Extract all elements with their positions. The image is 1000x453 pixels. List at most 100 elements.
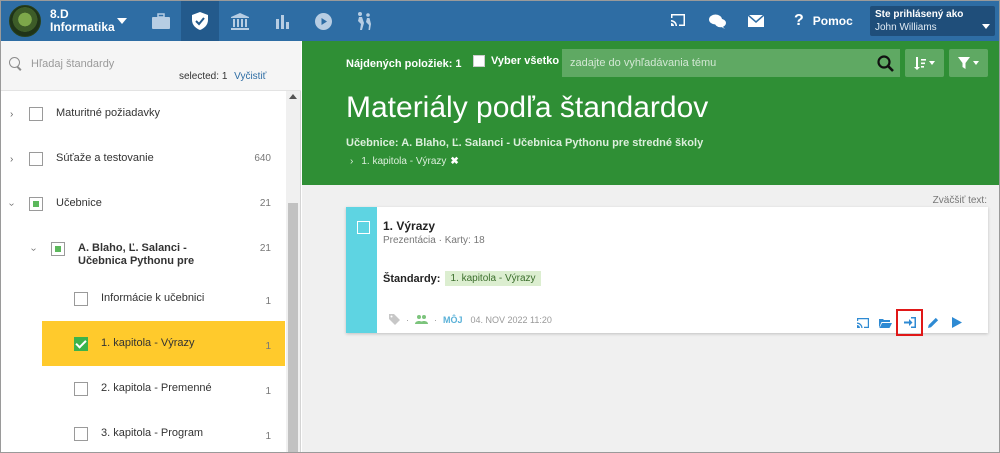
nav-statistics[interactable]	[264, 1, 302, 41]
tree-item-sutaze[interactable]: › Súťaže a testovanie 640	[1, 136, 285, 181]
open-folder-button[interactable]	[874, 315, 897, 331]
chevron-right-icon: ›	[350, 156, 354, 167]
tree-checkbox[interactable]	[74, 427, 88, 441]
sign-in-icon	[903, 317, 916, 328]
cast-action-button[interactable]	[851, 315, 874, 331]
scroll-up-arrow-icon[interactable]	[289, 94, 297, 99]
cast-icon	[856, 317, 869, 328]
nav-briefcase[interactable]	[142, 1, 180, 41]
tree-item-kapitola-1[interactable]: 1. kapitola - Výrazy 1	[42, 321, 285, 366]
topic-search-input[interactable]	[562, 49, 870, 77]
tree-checkbox[interactable]	[74, 382, 88, 396]
user-menu[interactable]: Ste prihlásený ako John Williams	[870, 6, 995, 36]
school-logo	[9, 5, 41, 37]
clear-selection-link[interactable]: Vyčistiť	[234, 71, 266, 82]
sign-in-button[interactable]	[896, 309, 923, 336]
page-title: Materiály podľa štandardov	[346, 91, 709, 124]
meta-separator: ·	[406, 314, 409, 325]
tree-checkbox[interactable]	[51, 242, 65, 256]
search-icon	[876, 54, 894, 72]
tree-item-informacie[interactable]: Informácie k učebnici 1	[1, 276, 285, 321]
tree-item-count: 1	[265, 296, 271, 307]
sort-button[interactable]	[905, 49, 944, 77]
tree-item-kapitola-3[interactable]: 3. kapitola - Program 1	[1, 411, 285, 452]
chevron-down-icon	[973, 61, 979, 65]
selected-info: selected: 1 Vyčistiť	[179, 71, 266, 82]
topic-search-button[interactable]	[870, 49, 900, 77]
tree-item-label: 2. kapitola - Premenné	[101, 382, 212, 394]
nav-activities[interactable]	[345, 1, 383, 41]
select-all-checkbox[interactable]	[473, 55, 485, 67]
selected-label: selected:	[179, 71, 220, 82]
tree-item-kapitola-2[interactable]: 2. kapitola - Premenné 1	[1, 366, 285, 411]
cast-button[interactable]	[665, 1, 691, 41]
standards-search: selected: 1 Vyčistiť	[1, 41, 301, 91]
subject-name: Informatika	[50, 20, 115, 34]
tree-item-ucebnice[interactable]: › Učebnice 21	[1, 181, 285, 226]
tree-checkbox[interactable]	[29, 197, 43, 211]
zoom-text-label[interactable]: Zväčšiť text:	[933, 195, 987, 206]
chevron-down-icon	[117, 18, 127, 24]
remove-filter-icon[interactable]: ✖	[450, 156, 458, 167]
chevron-right-icon[interactable]: ›	[10, 154, 13, 165]
chevron-down-icon	[982, 24, 990, 29]
tag-icon[interactable]	[389, 314, 400, 325]
institution-icon	[231, 12, 249, 30]
tree-item-count: 21	[259, 243, 271, 254]
material-card[interactable]: 1. Výrazy Prezentácia · Karty: 18 Štanda…	[346, 207, 988, 336]
class-selector[interactable]: 8.D Informatika	[1, 1, 139, 41]
card-actions	[851, 309, 968, 336]
card-type-strip	[346, 207, 377, 333]
chevron-down-icon	[929, 61, 935, 65]
tree-item-count: 21	[259, 198, 271, 209]
tree-checkbox[interactable]	[29, 107, 43, 121]
tree-item-blaho-book[interactable]: › A. Blaho, Ľ. Salanci - Učebnica Python…	[1, 226, 285, 278]
shield-check-icon	[192, 12, 208, 30]
tree-item-maturitne[interactable]: › Maturitné požiadavky	[1, 91, 285, 136]
play-circle-icon	[314, 12, 332, 30]
card-checkbox[interactable]	[357, 221, 370, 234]
tree-item-count: 1	[265, 386, 271, 397]
nav-institution[interactable]	[221, 1, 259, 41]
nav-media[interactable]	[304, 1, 342, 41]
chevron-right-icon[interactable]: ›	[10, 109, 13, 120]
select-all-toggle[interactable]: Vyber všetko	[473, 55, 559, 67]
standards-sidebar: selected: 1 Vyčistiť › Maturitné požiada…	[1, 41, 301, 452]
chevron-down-icon[interactable]: ›	[28, 248, 39, 251]
help-button[interactable]: ? Pomoc	[794, 1, 853, 41]
tree-checkbox[interactable]	[74, 292, 88, 306]
play-icon	[951, 317, 962, 328]
tree-item-count: 1	[265, 431, 271, 442]
card-subtitle: Prezentácia · Karty: 18	[383, 235, 485, 246]
nav-standards[interactable]	[181, 1, 219, 41]
chat-button[interactable]	[704, 1, 730, 41]
card-title[interactable]: 1. Výrazy	[383, 219, 435, 233]
tree-item-label: A. Blaho, Ľ. Salanci - Učebnica Pythonu …	[78, 242, 195, 267]
results-header: Nájdených položiek: 1 Vyber všetko Mater…	[302, 41, 999, 185]
selected-book-line: Učebnice: A. Blaho, Ľ. Salanci - Učebnic…	[346, 137, 704, 149]
owner-badge: MÔJ	[443, 314, 463, 325]
chevron-down-icon[interactable]: ›	[6, 203, 17, 206]
tree-item-label: Učebnice	[56, 197, 102, 209]
chapter-filter-chip: › 1. kapitola - Výrazy ✖	[350, 156, 459, 167]
standards-search-input[interactable]	[31, 56, 241, 72]
envelope-icon	[748, 15, 764, 27]
standards-tree: › Maturitné požiadavky › Súťaže a testov…	[1, 91, 286, 452]
tree-checkbox-checked[interactable]	[74, 337, 88, 351]
walking-people-icon	[358, 12, 371, 30]
tree-checkbox[interactable]	[29, 152, 43, 166]
login-label: Ste prihlásený ako	[875, 9, 964, 20]
class-label: 8.D Informatika	[50, 8, 115, 34]
filter-button[interactable]	[949, 49, 988, 77]
messages-button[interactable]	[743, 1, 769, 41]
scrollbar-thumb[interactable]	[288, 203, 298, 452]
standard-tag[interactable]: 1. kapitola - Výrazy	[445, 271, 541, 286]
play-button[interactable]	[945, 315, 968, 331]
found-items-count: Nájdených položiek: 1	[346, 58, 462, 70]
help-label: Pomoc	[812, 14, 853, 28]
sidebar-scrollbar[interactable]	[286, 91, 300, 452]
pencil-icon	[928, 317, 939, 328]
edit-button[interactable]	[922, 315, 945, 331]
standards-label: Štandardy:	[383, 272, 441, 285]
tree-item-label: 1. kapitola - Výrazy	[101, 337, 195, 349]
